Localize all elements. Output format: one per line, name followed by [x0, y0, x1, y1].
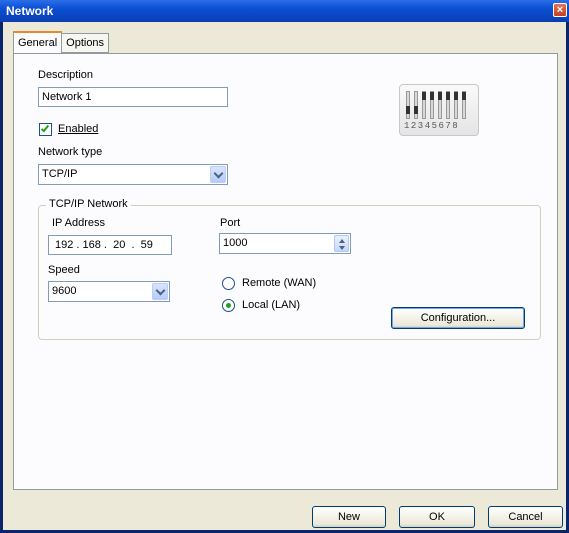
local-lan-radio[interactable]: [222, 299, 235, 312]
description-label: Description: [38, 69, 94, 81]
close-icon[interactable]: ×: [553, 3, 567, 17]
new-button[interactable]: New: [312, 506, 386, 528]
tab-options[interactable]: Options: [61, 33, 110, 53]
port-label: Port: [220, 217, 241, 229]
network-type-label: Network type: [38, 146, 103, 158]
speed-value: 9600: [52, 285, 77, 297]
description-input[interactable]: Network 1: [38, 87, 228, 107]
general-panel: Description Network 1 Enabled Network ty…: [13, 53, 558, 490]
remote-wan-radio[interactable]: [222, 277, 235, 290]
tab-strip: General Options: [13, 31, 110, 53]
speed-label: Speed: [48, 264, 80, 276]
network-type-value: TCP/IP: [42, 168, 78, 180]
ip-address-input[interactable]: 192 . 168 . 20 . 59: [48, 235, 172, 255]
enabled-checkbox[interactable]: [39, 123, 52, 136]
network-type-select[interactable]: TCP/IP: [38, 164, 228, 185]
tab-general[interactable]: General: [13, 31, 63, 53]
remote-wan-label: Remote (WAN): [242, 277, 317, 289]
ip-address-label: IP Address: [52, 217, 105, 229]
radio-selected-dot: [226, 303, 231, 308]
ok-button[interactable]: OK: [399, 506, 475, 528]
chevron-down-icon[interactable]: [210, 166, 226, 183]
speed-select[interactable]: 9600: [48, 281, 170, 302]
spin-arrows-icon[interactable]: [334, 235, 349, 252]
dip-switch-numbers: 12345678: [404, 121, 460, 131]
chevron-down-icon[interactable]: [152, 283, 168, 300]
port-value: 1000: [223, 237, 248, 249]
window-title: Network: [6, 4, 54, 18]
title-bar[interactable]: Network ×: [0, 0, 569, 22]
tcpip-group-title: TCP/IP Network: [46, 198, 131, 210]
local-lan-label: Local (LAN): [242, 299, 301, 311]
cancel-button[interactable]: Cancel: [488, 506, 563, 528]
port-spinner[interactable]: 1000: [219, 233, 351, 254]
network-dialog: Network × General Options Description Ne…: [0, 0, 569, 533]
checkmark-icon: [40, 123, 50, 133]
dip-switch-icon: 12345678: [399, 84, 479, 136]
configuration-button[interactable]: Configuration...: [391, 307, 525, 329]
enabled-label: Enabled: [58, 123, 99, 135]
